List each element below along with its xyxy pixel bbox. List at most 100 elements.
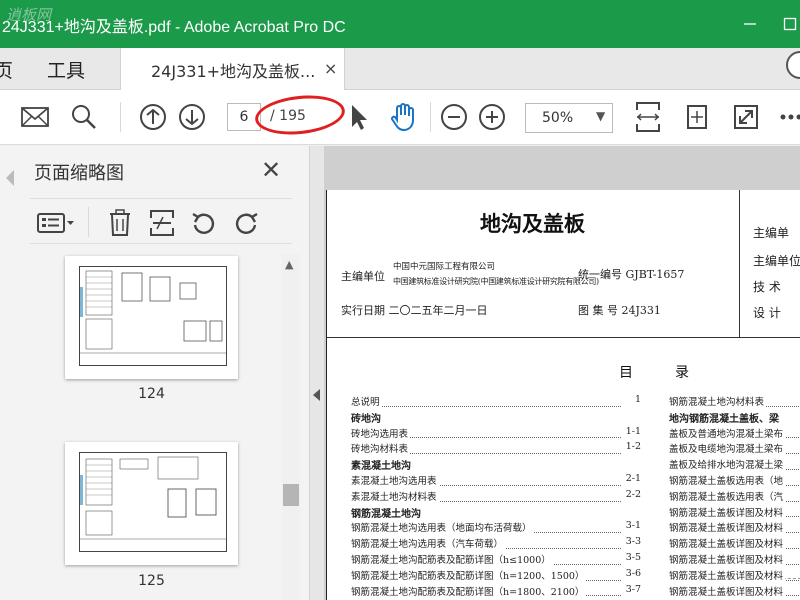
toolbar-separator bbox=[120, 102, 121, 132]
toc-entry-text: 钢筋混凝土盖板选用表（汽 bbox=[669, 491, 786, 503]
toc-entry[interactable]: 素混凝土地沟选用表 2-1 bbox=[351, 472, 641, 489]
panel-title: 页面缩略图 bbox=[34, 163, 124, 184]
delete-icon[interactable] bbox=[105, 209, 135, 237]
page-up-icon[interactable] bbox=[138, 102, 168, 132]
toc-entry[interactable]: 钢筋混凝土盖板详图及材料 bbox=[669, 505, 800, 521]
zoom-out-icon[interactable] bbox=[439, 102, 469, 132]
toc-entry[interactable]: 盖板及给排水地沟混凝土梁 bbox=[669, 457, 800, 473]
toc-entry[interactable]: 钢筋混凝土地沟 bbox=[351, 505, 641, 521]
toc-leader bbox=[351, 405, 621, 407]
toc-entry-text: 钢筋混凝土盖板详图及材料 bbox=[669, 523, 786, 535]
thumbnail-panel: 页面缩略图 ✕ 124 125 ▲ bbox=[0, 146, 310, 600]
toc-entry-text: 钢筋混凝土地沟配筋表及配筋详图（h≤1000） bbox=[351, 554, 553, 566]
right-info: 设 计 bbox=[753, 306, 781, 320]
toc-entry-text: 钢筋混凝土盖板详图及材料 bbox=[669, 586, 786, 598]
zoom-select[interactable]: 50% ▼ bbox=[525, 103, 613, 133]
toolbar: 6 / 195 50% ▼ bbox=[0, 90, 800, 145]
thumbnail-scrollbar[interactable]: ▲ bbox=[282, 254, 300, 600]
right-info: 主编单位 bbox=[753, 254, 800, 268]
toc-entry[interactable]: 钢筋混凝土盖板详图及材料 bbox=[669, 536, 800, 552]
toc-entry-page: 3-5 bbox=[623, 551, 641, 563]
close-panel-icon[interactable]: ✕ bbox=[261, 158, 281, 182]
menu-tools[interactable]: 工具 bbox=[47, 56, 85, 83]
toc-entry[interactable]: 钢筋混凝土盖板选用表（汽 bbox=[669, 489, 800, 505]
maximize-button[interactable] bbox=[776, 10, 800, 38]
toc-entry[interactable]: 钢筋混凝土盖板选用表（地 bbox=[669, 473, 800, 489]
toc-entry-text: 钢筋混凝土地沟 bbox=[351, 508, 423, 520]
scrollbar-thumb[interactable] bbox=[283, 484, 299, 506]
toc-entry[interactable]: 钢筋混凝土盖板详图及材料 bbox=[669, 584, 800, 600]
toc-entry[interactable]: 钢筋混凝土地沟材料表 bbox=[669, 394, 800, 410]
thumbnail-label: 124 bbox=[138, 386, 165, 402]
hand-tool-icon[interactable] bbox=[389, 102, 419, 132]
toc-entry-page: 3-7 bbox=[623, 583, 641, 595]
toc-entry[interactable]: 钢筋混凝土盖板详图及材料 bbox=[669, 568, 800, 584]
toc-entry-text: 钢筋混凝土盖板选用表（地 bbox=[669, 475, 786, 487]
close-tab-icon[interactable]: × bbox=[324, 59, 337, 78]
document-title: 地沟及盖板 bbox=[480, 212, 585, 236]
toc-right-column: 钢筋混凝土地沟材料表 地沟钢筋混凝土盖板、梁 盖板及普通地沟混凝土梁布盖板及电缆地沟… bbox=[669, 394, 800, 599]
chevron-down-icon: ▼ bbox=[596, 109, 606, 123]
options-icon[interactable] bbox=[36, 209, 76, 237]
fullscreen-icon[interactable] bbox=[731, 102, 761, 132]
toc-entry-text: 盖板及电缆地沟混凝土梁布 bbox=[669, 444, 786, 456]
toc-entry[interactable]: 钢筋混凝土地沟配筋表及配筋详图（h≤1000） 3-5 bbox=[351, 551, 641, 568]
toc-entry-text: 砖地沟选用表 bbox=[351, 428, 411, 440]
toc-entry-text: 盖板及给排水地沟混凝土梁 bbox=[669, 460, 786, 472]
toc-entry[interactable]: 素混凝土地沟材料表 2-2 bbox=[351, 488, 641, 505]
toc-entry[interactable]: 钢筋混凝土地沟选用表（汽车荷载） 3-3 bbox=[351, 536, 641, 552]
toc-entry-text: 素混凝土地沟 bbox=[351, 461, 413, 473]
toc-entry[interactable]: 砖地沟材料表 1-2 bbox=[351, 441, 641, 457]
toc-entry[interactable]: 盖板及电缆地沟混凝土梁布 bbox=[669, 441, 800, 457]
header-rule bbox=[327, 337, 800, 338]
fit-width-icon[interactable] bbox=[633, 102, 663, 132]
thumbnail-content bbox=[79, 452, 227, 552]
select-arrow-icon[interactable] bbox=[343, 102, 373, 132]
document-tab[interactable]: 24J331+地沟及盖板... × bbox=[120, 48, 345, 90]
more-icon[interactable] bbox=[776, 102, 800, 132]
rotate-view-icon[interactable] bbox=[682, 102, 712, 132]
document-tab-label: 24J331+地沟及盖板... bbox=[151, 62, 316, 81]
toc-entry[interactable]: 钢筋混凝土盖板详图及材料 bbox=[669, 520, 800, 536]
atlas-number: 图 集 号 24J331 bbox=[578, 304, 661, 317]
panel-notch bbox=[6, 170, 14, 186]
menu-home[interactable]: 页 bbox=[0, 56, 13, 83]
extract-icon[interactable] bbox=[147, 209, 177, 237]
toc-entry[interactable]: 钢筋混凝土地沟选用表（地面均布活荷载） 3-1 bbox=[351, 520, 641, 536]
toolbar-separator bbox=[430, 102, 431, 132]
toc-entry[interactable]: 总说明 1 bbox=[351, 394, 641, 410]
zoom-in-icon[interactable] bbox=[477, 102, 507, 132]
toc-entry[interactable]: 盖板及普通地沟混凝土梁布 bbox=[669, 426, 800, 442]
toc-entry-text: 砖地沟 bbox=[351, 413, 383, 425]
document-page: 地沟及盖板 主编单位 中国中元国际工程有限公司 中国建筑标准设计研究院(中国建筑… bbox=[326, 190, 800, 600]
toc-entry-text: 钢筋混凝土地沟选用表（地面均布活荷载） bbox=[351, 523, 534, 535]
unified-code: 统一编号 GJBT-1657 bbox=[578, 268, 685, 281]
toc-heading-right: 录 bbox=[675, 365, 689, 381]
rotate-left-icon[interactable] bbox=[189, 209, 219, 237]
collapse-panel-icon[interactable] bbox=[313, 389, 320, 401]
toc-entry[interactable]: 砖地沟 bbox=[351, 410, 641, 426]
minimize-button[interactable] bbox=[736, 10, 764, 38]
toc-entry-page: 3-1 bbox=[623, 520, 641, 532]
toc-entry-page: 3-3 bbox=[623, 536, 641, 548]
scroll-up-icon[interactable]: ▲ bbox=[285, 258, 293, 271]
toc-entry[interactable]: 钢筋混凝土地沟配筋表及配筋详图（h=1800、2100） 3-7 bbox=[351, 583, 641, 600]
title-bar: 24J331+地沟及盖板.pdf - Adobe Acrobat Pro DC … bbox=[0, 0, 800, 48]
toc-entry[interactable]: 钢筋混凝土地沟配筋表及配筋详图（h=1200、1500） 3-6 bbox=[351, 567, 641, 584]
page-thumbnail[interactable] bbox=[65, 256, 238, 379]
page-thumbnail[interactable] bbox=[65, 442, 238, 565]
mail-icon[interactable] bbox=[20, 102, 50, 132]
toc-entry-page: 1-2 bbox=[623, 441, 641, 453]
rotate-right-icon[interactable] bbox=[231, 209, 261, 237]
page-down-icon[interactable] bbox=[177, 102, 207, 132]
toc-entry[interactable]: 砖地沟选用表 1-1 bbox=[351, 425, 641, 442]
toc-entry[interactable]: 地沟钢筋混凝土盖板、梁 bbox=[669, 410, 800, 426]
header-divider bbox=[739, 190, 740, 337]
search-icon[interactable] bbox=[69, 102, 99, 132]
panel-splitter[interactable] bbox=[310, 146, 324, 600]
toc-entry[interactable]: 素混凝土地沟 bbox=[351, 457, 641, 473]
document-view[interactable]: 地沟及盖板 主编单位 中国中元国际工程有限公司 中国建筑标准设计研究院(中国建筑… bbox=[324, 146, 800, 600]
toc-entry-page: 2-2 bbox=[623, 488, 641, 500]
effective-date: 实行日期 二〇二五年二月一日 bbox=[341, 304, 488, 317]
toc-entry[interactable]: 钢筋混凝土盖板详图及材料 bbox=[669, 552, 800, 568]
